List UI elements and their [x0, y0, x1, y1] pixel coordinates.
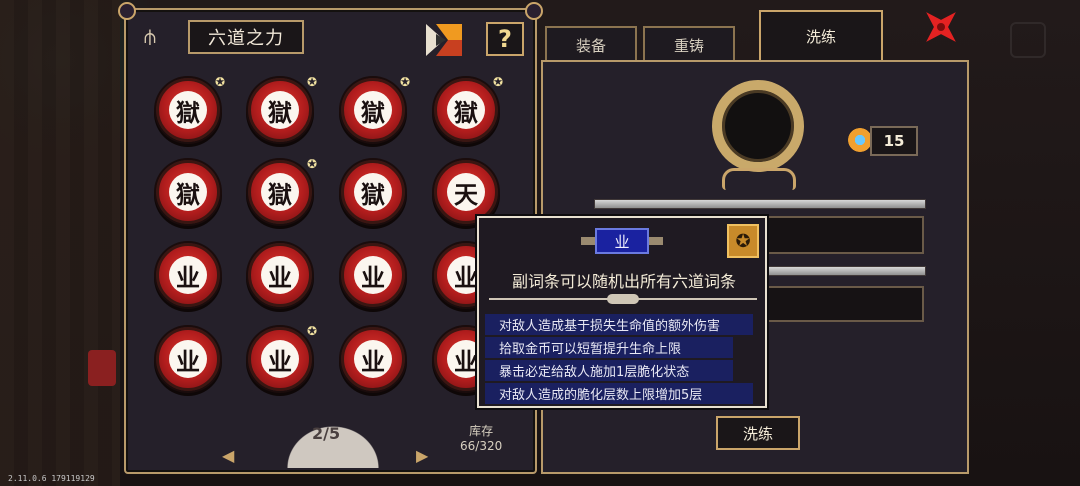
- affix-slot[interactable]: [766, 286, 924, 322]
- favorite-star-icon: ✪: [306, 157, 317, 171]
- rune-orb[interactable]: 业: [156, 327, 220, 391]
- panel-title: 六道之力: [188, 20, 304, 54]
- divider: [489, 294, 757, 304]
- rune-glyph: 獄: [261, 91, 299, 129]
- rune-glyph: 业: [169, 256, 207, 294]
- rune-orb[interactable]: 獄 ✪: [434, 75, 503, 142]
- rune-glyph: 獄: [169, 173, 207, 211]
- rune-orb[interactable]: 天: [434, 160, 498, 224]
- tooltip-title: 副词条可以随机出所有六道词条: [511, 272, 736, 291]
- help-button[interactable]: ?: [486, 22, 524, 56]
- favorite-star-icon: ✪: [306, 75, 317, 89]
- equipment-slot[interactable]: [712, 80, 804, 172]
- rune-tooltip: 业 ✪ 副词条可以随机出所有六道词条 对敌人造成基于损失生命值的额外伤害 拾取金…: [477, 216, 767, 408]
- version-label: 2.11.0.6 179119129: [8, 474, 95, 483]
- rune-orb[interactable]: 獄 ✪: [248, 157, 317, 224]
- stock-label: 库存: [469, 424, 494, 438]
- effect-line: 暴击必定给敌人施加1层脆化状态: [485, 360, 733, 381]
- corner-ornament: [118, 2, 136, 20]
- affix-bar: [594, 199, 926, 209]
- background-wall: [0, 0, 120, 486]
- ore-icon: [848, 128, 872, 152]
- effect-line: 对敌人造成的脆化层数上限增加5层: [485, 383, 753, 404]
- rune-orb[interactable]: 獄: [156, 160, 220, 224]
- prev-page-button[interactable]: ◀: [222, 446, 234, 465]
- slot-stand: [722, 168, 796, 190]
- rune-glyph: 獄: [354, 173, 392, 211]
- stock-value: 66/320: [460, 439, 503, 453]
- background-decoration: [88, 350, 116, 386]
- effect-line: 拾取金币可以短暂提升生命上限: [485, 337, 733, 358]
- rune-orb[interactable]: 业: [341, 327, 405, 391]
- rune-glyph: 獄: [261, 173, 299, 211]
- rune-panel: ⫛ 六道之力 ? 獄 ✪ 獄 ✪ 獄 ✪ 獄 ✪ 獄獄 ✪ 獄天业业业业业业 ✪ 业业 2/5 ◀ ▶ …: [118, 2, 543, 474]
- affix-slot[interactable]: [756, 216, 924, 254]
- favorite-star-icon: ✪: [214, 75, 225, 89]
- tab-refine[interactable]: 洗练: [759, 10, 883, 60]
- rune-orb[interactable]: 业 ✪: [248, 324, 317, 391]
- stock-counter: 库存 66/320: [460, 424, 502, 454]
- close-icon[interactable]: [918, 4, 964, 50]
- rune-orb[interactable]: 獄 ✪: [248, 75, 317, 142]
- background-icon: [1010, 22, 1046, 58]
- tab-equipment[interactable]: 装备: [545, 26, 637, 62]
- rune-glyph: 业: [169, 340, 207, 378]
- star-icon[interactable]: ✪: [727, 224, 759, 258]
- affix-bar: [766, 266, 926, 276]
- next-page-button[interactable]: ▶: [416, 446, 428, 465]
- rune-orb[interactable]: 业: [341, 243, 405, 307]
- rune-glyph: 獄: [169, 91, 207, 129]
- favorite-star-icon: ✪: [399, 75, 410, 89]
- corner-ornament: [525, 2, 543, 20]
- rune-glyph: 天: [447, 173, 485, 211]
- favorite-star-icon: ✪: [306, 324, 317, 338]
- refine-button[interactable]: 洗练: [716, 416, 800, 450]
- rune-glyph: 业: [354, 256, 392, 294]
- rune-glyph: 獄: [447, 91, 485, 129]
- palette-icon[interactable]: [426, 24, 462, 56]
- rune-orb[interactable]: 獄 ✪: [156, 75, 225, 142]
- favorite-star-icon: ✪: [492, 75, 503, 89]
- page-indicator: 2/5: [312, 424, 341, 443]
- rune-orb[interactable]: 獄: [341, 160, 405, 224]
- effect-line: 对敌人造成基于损失生命值的额外伤害: [485, 314, 753, 335]
- tab-reforge[interactable]: 重铸: [643, 26, 735, 62]
- rune-glyph: 业: [354, 340, 392, 378]
- rune-type-badge: 业: [581, 228, 663, 254]
- ore-count: 15: [870, 126, 918, 156]
- rune-orb[interactable]: 业: [156, 243, 220, 307]
- rune-orb[interactable]: 獄 ✪: [341, 75, 410, 142]
- filter-icon[interactable]: ⫛: [144, 24, 156, 48]
- rune-glyph: 业: [261, 340, 299, 378]
- rune-glyph: 獄: [354, 91, 392, 129]
- rune-glyph: 业: [261, 256, 299, 294]
- rune-orb[interactable]: 业: [248, 243, 312, 307]
